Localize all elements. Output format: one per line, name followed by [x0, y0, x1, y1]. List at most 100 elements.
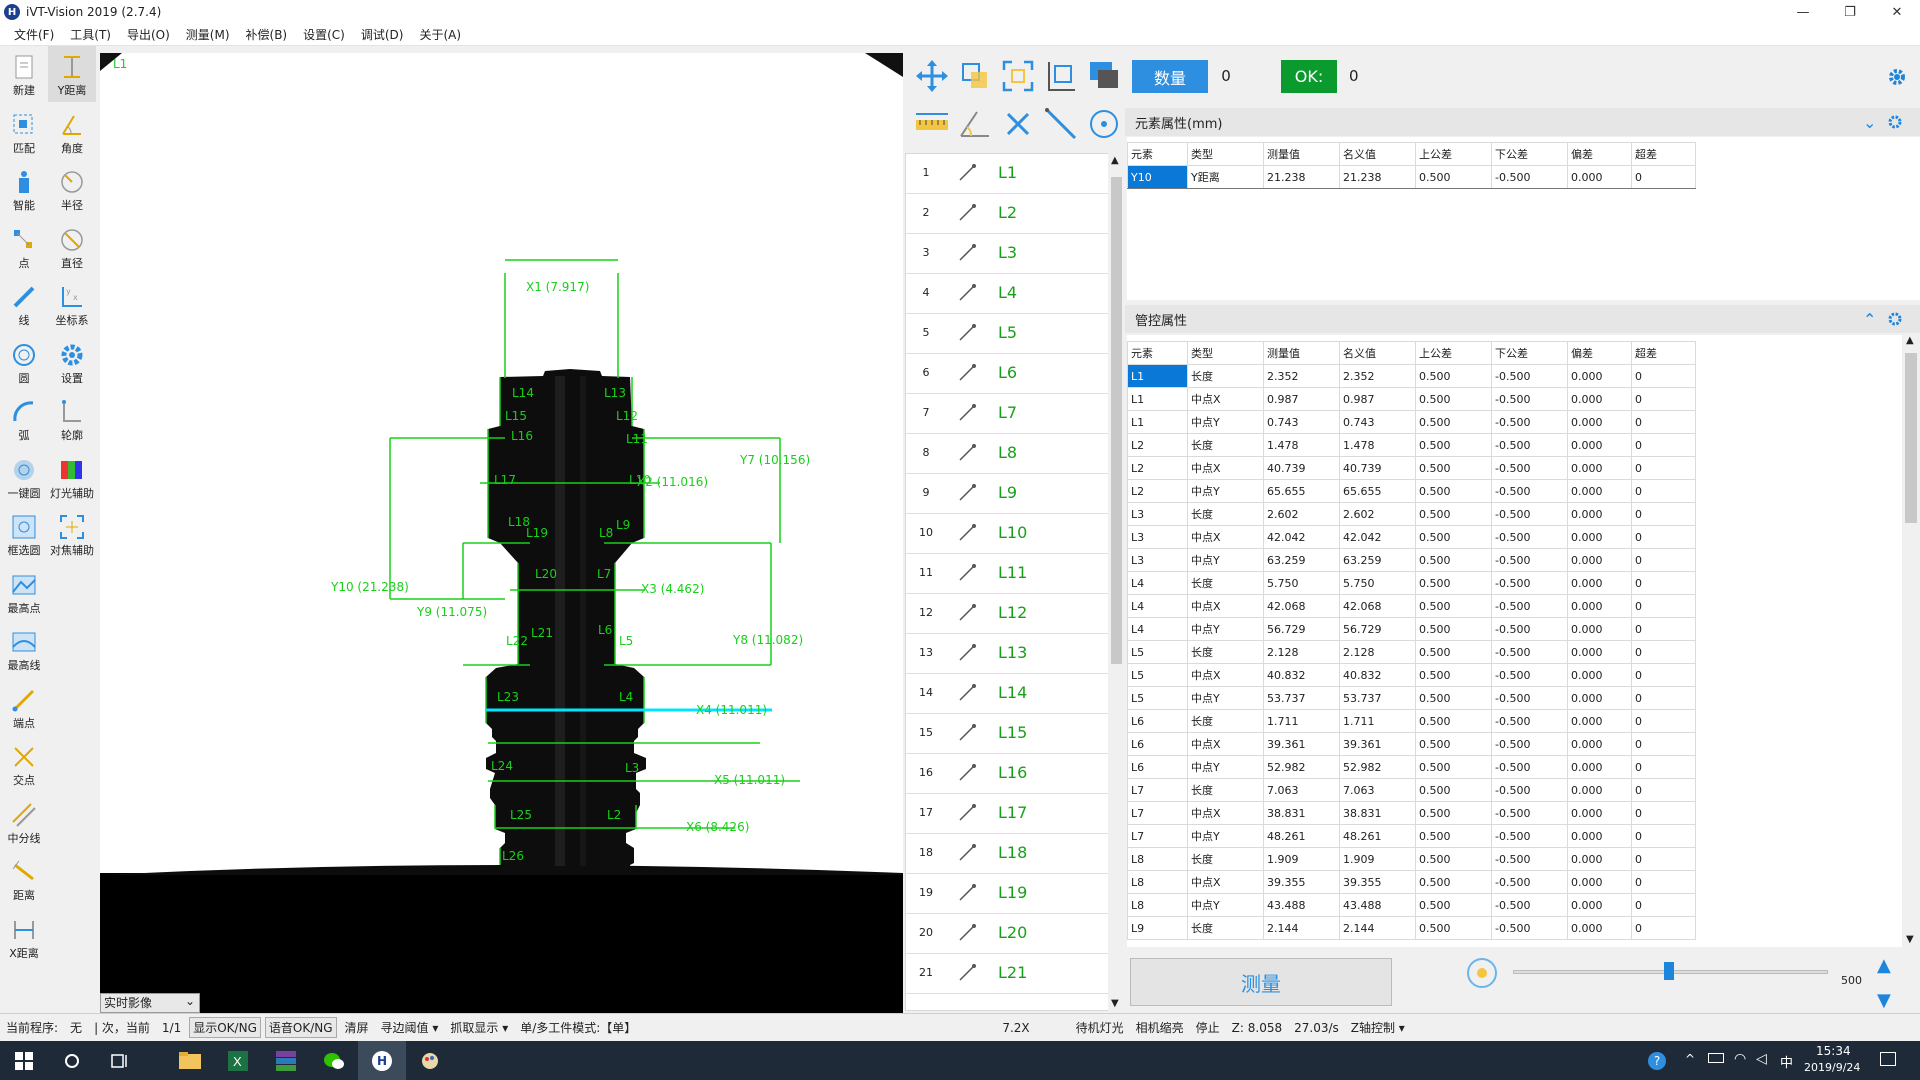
tool-point[interactable]: 点: [0, 219, 48, 275]
element-list-item[interactable]: 21 L21: [906, 954, 1110, 994]
element-list-item[interactable]: 7 L7: [906, 394, 1110, 434]
minimize-button[interactable]: —: [1780, 0, 1826, 24]
table-row[interactable]: Y10 Y距离 21.238 21.238 0.500 -0.500 0.000 0: [1127, 165, 1696, 189]
table-row[interactable]: L2 中点Y 65.655 65.655 0.500 -0.500 0.000 0: [1127, 479, 1696, 503]
table-row[interactable]: L3 中点Y 63.259 63.259 0.500 -0.500 0.000 0: [1127, 548, 1696, 572]
tool-box-select[interactable]: 框选圆: [0, 506, 48, 562]
table-row[interactable]: L4 中点Y 56.729 56.729 0.500 -0.500 0.000 0: [1127, 617, 1696, 641]
table-row[interactable]: L1 长度 2.352 2.352 0.500 -0.500 0.000 0: [1127, 364, 1696, 388]
menu-file[interactable]: 文件(F): [14, 26, 54, 43]
control-props-scrollbar[interactable]: ▲ ▼: [1902, 335, 1920, 947]
element-list-item[interactable]: 8 L8: [906, 434, 1110, 474]
paint-icon[interactable]: [406, 1041, 454, 1080]
gear-icon[interactable]: [1887, 311, 1903, 327]
clear-screen-button[interactable]: 清屏: [345, 1019, 369, 1036]
cross-icon[interactable]: [1000, 106, 1036, 142]
tool-radius[interactable]: 半径: [48, 161, 96, 217]
menu-about[interactable]: 关于(A): [419, 26, 461, 43]
table-row[interactable]: L8 长度 1.909 1.909 0.500 -0.500 0.000 0: [1127, 847, 1696, 871]
menu-compensate[interactable]: 补偿(B): [246, 26, 288, 43]
windows-start-icon[interactable]: [0, 1041, 48, 1080]
element-list-item[interactable]: 13 L13: [906, 634, 1110, 674]
camera-brightness-button[interactable]: 相机缩亮: [1136, 1019, 1184, 1036]
tool-smart[interactable]: 智能: [0, 161, 48, 217]
tool-match[interactable]: 匹配: [0, 104, 48, 160]
tool-midline[interactable]: 中分线: [0, 794, 48, 850]
table-row[interactable]: L2 中点X 40.739 40.739 0.500 -0.500 0.000 0: [1127, 456, 1696, 480]
table-row[interactable]: L5 长度 2.128 2.128 0.500 -0.500 0.000 0: [1127, 640, 1696, 664]
element-list-item[interactable]: 16 L16: [906, 754, 1110, 794]
element-list-item[interactable]: 5 L5: [906, 314, 1110, 354]
element-list-scrollbar[interactable]: ▲ ▼: [1108, 153, 1125, 1011]
copy-icon[interactable]: [957, 58, 993, 94]
view-mode-select[interactable]: 实时影像 ⌄: [100, 993, 200, 1013]
chevron-up-icon[interactable]: ⌃: [1863, 310, 1876, 329]
tool-endpoint[interactable]: 端点: [0, 679, 48, 735]
table-row[interactable]: L6 中点X 39.361 39.361 0.500 -0.500 0.000 0: [1127, 732, 1696, 756]
table-row[interactable]: L7 中点X 38.831 38.831 0.500 -0.500 0.000 0: [1127, 801, 1696, 825]
image-canvas[interactable]: L1 实时影像 ⌄: [100, 53, 903, 1013]
tool-line[interactable]: 线: [0, 276, 48, 332]
table-row[interactable]: L9 长度 2.144 2.144 0.500 -0.500 0.000 0: [1127, 916, 1696, 940]
element-list-item[interactable]: 9 L9: [906, 474, 1110, 514]
circle-point-icon[interactable]: [1086, 106, 1122, 142]
element-list-item[interactable]: 18 L18: [906, 834, 1110, 874]
help-icon[interactable]: ?: [1648, 1052, 1666, 1070]
winrar-icon[interactable]: [262, 1041, 310, 1080]
table-row[interactable]: L7 长度 7.063 7.063 0.500 -0.500 0.000 0: [1127, 778, 1696, 802]
element-list-item[interactable]: 15 L15: [906, 714, 1110, 754]
scroll-up-icon[interactable]: ▲: [1906, 335, 1914, 346]
table-row[interactable]: L5 中点X 40.832 40.832 0.500 -0.500 0.000 0: [1127, 663, 1696, 687]
table-row[interactable]: L6 中点Y 52.982 52.982 0.500 -0.500 0.000 0: [1127, 755, 1696, 779]
tool-distance[interactable]: 距离: [0, 851, 48, 907]
element-list-item[interactable]: 12 L12: [906, 594, 1110, 634]
volume-icon[interactable]: ◁: [1756, 1051, 1767, 1067]
scroll-thumb[interactable]: [1905, 353, 1917, 523]
ruler-icon[interactable]: [914, 106, 950, 142]
arrow-up-icon[interactable]: ▲: [1877, 955, 1891, 976]
element-list-item[interactable]: 3 L3: [906, 234, 1110, 274]
element-list-item[interactable]: 4 L4: [906, 274, 1110, 314]
element-list-item[interactable]: 17 L17: [906, 794, 1110, 834]
tool-one-click-circle[interactable]: 一键圆: [0, 449, 48, 505]
tool-diameter[interactable]: 直径: [48, 219, 96, 275]
ime-indicator[interactable]: 中: [1780, 1052, 1793, 1071]
tool-new-file[interactable]: 新建: [0, 46, 48, 102]
table-row[interactable]: L8 中点Y 43.488 43.488 0.500 -0.500 0.000 0: [1127, 893, 1696, 917]
element-list-item[interactable]: 1 L1: [906, 154, 1110, 194]
close-button[interactable]: ✕: [1874, 0, 1920, 24]
maximize-button[interactable]: ❐: [1827, 0, 1873, 24]
window-icon[interactable]: [1086, 58, 1122, 94]
light-icon[interactable]: [1467, 958, 1497, 988]
search-icon[interactable]: [48, 1041, 96, 1080]
table-row[interactable]: L7 中点Y 48.261 48.261 0.500 -0.500 0.000 0: [1127, 824, 1696, 848]
diagonal-line-icon[interactable]: [1043, 106, 1079, 142]
clock-time[interactable]: 15:34: [1816, 1044, 1851, 1058]
tray-chevron-icon[interactable]: ^: [1685, 1052, 1695, 1066]
tool-circle[interactable]: 圆: [0, 334, 48, 390]
tool-gear[interactable]: 设置: [48, 334, 96, 390]
tool-y-distance[interactable]: Y距离: [48, 46, 96, 102]
tool-intersection[interactable]: 交点: [0, 736, 48, 792]
tool-arc[interactable]: 弧: [0, 391, 48, 447]
gear-icon[interactable]: [1887, 67, 1907, 87]
voice-okng-button[interactable]: 语音OK/NG: [264, 1017, 337, 1038]
table-row[interactable]: L1 中点Y 0.743 0.743 0.500 -0.500 0.000 0: [1127, 410, 1696, 434]
stop-button[interactable]: 停止: [1196, 1019, 1220, 1036]
table-row[interactable]: L2 长度 1.478 1.478 0.500 -0.500 0.000 0: [1127, 433, 1696, 457]
arrow-down-icon[interactable]: ▼: [1877, 990, 1891, 1011]
wechat-icon[interactable]: [310, 1041, 358, 1080]
element-list-item[interactable]: 2 L2: [906, 194, 1110, 234]
table-row[interactable]: L4 中点X 42.068 42.068 0.500 -0.500 0.000 0: [1127, 594, 1696, 618]
element-list-item[interactable]: 20 L20: [906, 914, 1110, 954]
element-list-item[interactable]: 10 L10: [906, 514, 1110, 554]
slider-handle[interactable]: [1664, 962, 1674, 980]
tool-x-distance[interactable]: X距离: [0, 909, 48, 965]
file-explorer-icon[interactable]: [166, 1041, 214, 1080]
element-list-item[interactable]: 6 L6: [906, 354, 1110, 394]
measure-frame-icon[interactable]: [1043, 58, 1079, 94]
tool-coordinate[interactable]: y x 坐标系: [48, 276, 96, 332]
element-list-item[interactable]: 11 L11: [906, 554, 1110, 594]
scroll-thumb[interactable]: [1111, 177, 1122, 664]
scroll-down-icon[interactable]: ▼: [1111, 998, 1119, 1009]
